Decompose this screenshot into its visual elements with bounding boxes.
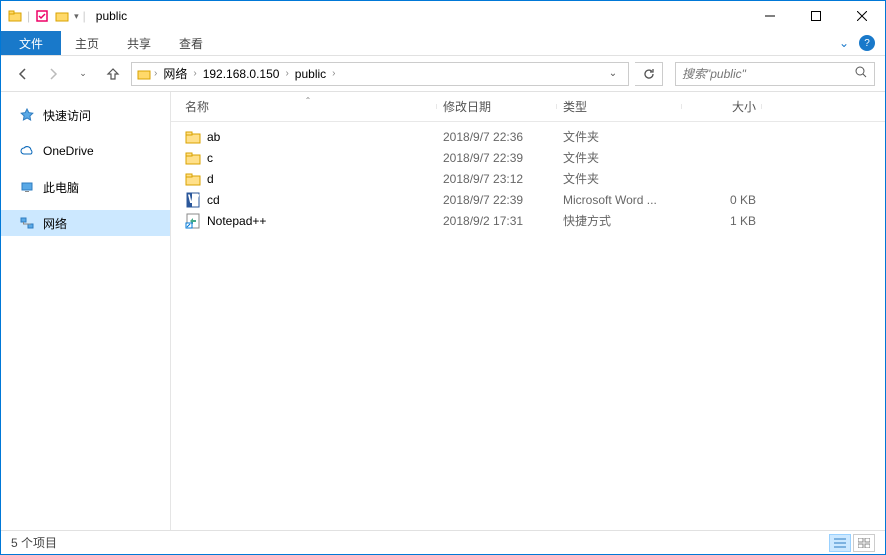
address-dropdown[interactable]: ⌄ <box>602 68 624 79</box>
search-input[interactable] <box>682 67 854 81</box>
column-headers: 名称⌃ 修改日期 类型 大小 <box>171 92 885 122</box>
file-row[interactable]: d 2018/9/7 23:12文件夹 <box>171 168 885 189</box>
file-type: Microsoft Word ... <box>557 193 682 207</box>
file-row[interactable]: c 2018/9/7 22:39文件夹 <box>171 147 885 168</box>
sort-indicator-icon: ⌃ <box>305 96 312 105</box>
file-size: 0 KB <box>682 193 762 207</box>
status-bar: 5 个项目 <box>1 530 885 554</box>
tab-share[interactable]: 共享 <box>113 31 165 55</box>
chevron-right-icon[interactable]: › <box>193 68 196 79</box>
file-row[interactable]: Notepad++ 2018/9/2 17:31快捷方式1 KB <box>171 210 885 231</box>
folder-icon <box>185 129 201 145</box>
chevron-right-icon[interactable]: › <box>332 68 335 79</box>
chevron-right-icon[interactable]: › <box>285 68 288 79</box>
ribbon-tabs: 文件 主页 共享 查看 ⌄ ? <box>1 31 885 56</box>
nav-network[interactable]: 网络 <box>1 210 170 236</box>
explorer-window: | ▾ | public 文件 主页 共享 查看 ⌄ ? ⌄ › 网络 <box>0 0 886 555</box>
search-icon[interactable] <box>854 65 868 82</box>
nav-this-pc[interactable]: 此电脑 <box>1 174 170 200</box>
file-date: 2018/9/7 23:12 <box>437 172 557 186</box>
file-date: 2018/9/7 22:39 <box>437 193 557 207</box>
file-row[interactable]: Wcd 2018/9/7 22:39Microsoft Word ...0 KB <box>171 189 885 210</box>
network-icon <box>19 215 35 231</box>
crumb-network[interactable]: 网络 <box>159 65 191 82</box>
column-date[interactable]: 修改日期 <box>437 98 557 115</box>
file-name: d <box>207 172 214 186</box>
tab-view[interactable]: 查看 <box>165 31 217 55</box>
file-list-view: 名称⌃ 修改日期 类型 大小 ab2018/9/7 22:36文件夹c2018/… <box>171 92 885 530</box>
refresh-button[interactable] <box>635 62 663 86</box>
properties-icon[interactable] <box>34 8 50 24</box>
folder-icon <box>7 8 23 24</box>
word-icon: W <box>185 192 201 208</box>
file-type: 文件夹 <box>557 170 682 187</box>
help-icon[interactable]: ? <box>859 35 875 51</box>
details-view-button[interactable] <box>829 534 851 552</box>
maximize-button[interactable] <box>793 1 839 31</box>
file-list: ab2018/9/7 22:36文件夹c2018/9/7 22:39文件夹d20… <box>171 122 885 530</box>
forward-button[interactable] <box>41 62 65 86</box>
icons-view-button[interactable] <box>853 534 875 552</box>
recent-dropdown[interactable]: ⌄ <box>71 62 95 86</box>
file-name: ab <box>207 130 220 144</box>
folder-icon <box>185 150 201 166</box>
close-button[interactable] <box>839 1 885 31</box>
chevron-right-icon[interactable]: › <box>154 68 157 79</box>
address-bar: ⌄ › 网络 › 192.168.0.150 › public › ⌄ <box>1 56 885 92</box>
file-type: 文件夹 <box>557 149 682 166</box>
up-button[interactable] <box>101 62 125 86</box>
search-box[interactable] <box>675 62 875 86</box>
file-type: 文件夹 <box>557 128 682 145</box>
item-count: 5 个项目 <box>11 534 829 551</box>
qat-separator: | <box>27 9 30 23</box>
location-folder-icon <box>136 66 152 82</box>
tab-home[interactable]: 主页 <box>61 31 113 55</box>
column-type[interactable]: 类型 <box>557 98 682 115</box>
svg-text:W: W <box>188 192 200 206</box>
qat-separator: | <box>83 9 86 23</box>
folder-small-icon <box>54 8 70 24</box>
qat-dropdown-icon[interactable]: ▾ <box>74 11 79 22</box>
file-date: 2018/9/7 22:36 <box>437 130 557 144</box>
shortcut-icon <box>185 213 201 229</box>
column-size[interactable]: 大小 <box>682 98 762 115</box>
crumb-public[interactable]: public <box>291 67 330 81</box>
file-type: 快捷方式 <box>557 212 682 229</box>
folder-icon <box>185 171 201 187</box>
file-size: 1 KB <box>682 214 762 228</box>
file-name: c <box>207 151 213 165</box>
file-tab[interactable]: 文件 <box>1 31 61 55</box>
titlebar: | ▾ | public <box>1 1 885 31</box>
window-title: public <box>96 9 127 23</box>
file-name: cd <box>207 193 220 207</box>
back-button[interactable] <box>11 62 35 86</box>
cloud-icon <box>19 143 35 159</box>
computer-icon <box>19 179 35 195</box>
crumb-host[interactable]: 192.168.0.150 <box>199 67 284 81</box>
navigation-pane: 快速访问 OneDrive 此电脑 网络 <box>1 92 171 530</box>
file-row[interactable]: ab 2018/9/7 22:36文件夹 <box>171 126 885 147</box>
star-icon <box>19 107 35 123</box>
file-date: 2018/9/7 22:39 <box>437 151 557 165</box>
file-name: Notepad++ <box>207 214 266 228</box>
nav-onedrive[interactable]: OneDrive <box>1 138 170 164</box>
minimize-button[interactable] <box>747 1 793 31</box>
column-name[interactable]: 名称⌃ <box>179 98 437 115</box>
breadcrumb-bar[interactable]: › 网络 › 192.168.0.150 › public › ⌄ <box>131 62 629 86</box>
nav-quick-access[interactable]: 快速访问 <box>1 102 170 128</box>
ribbon-expand-icon[interactable]: ⌄ <box>839 36 849 50</box>
file-date: 2018/9/2 17:31 <box>437 214 557 228</box>
